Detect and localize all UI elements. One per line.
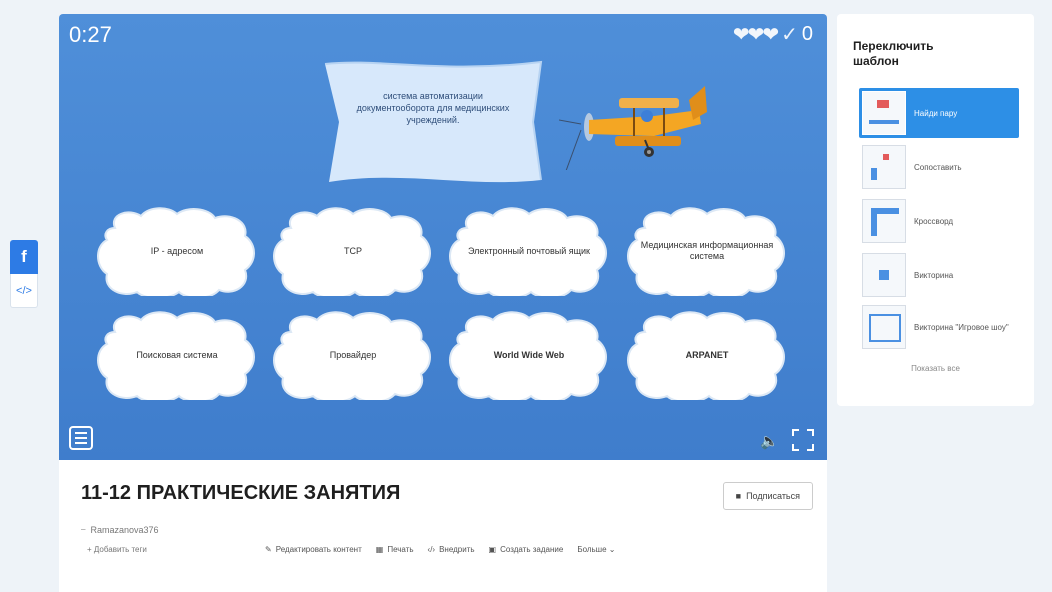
print-button[interactable]: ▦ Печать [376,545,414,554]
activity-title: 11-12 ПРАКТИЧЕСКИЕ ЗАНЯТИЯ [81,482,401,504]
template-option[interactable]: Сопоставить [859,142,1019,192]
answer-label: ARPANET [685,349,729,360]
switcher-title: Переключить шаблон [853,39,934,68]
answer-label: World Wide Web [493,349,565,360]
activity-toolbar: ✎ Редактировать контент ▦ Печать ‹/› Вне… [265,545,615,554]
template-thumbnail-icon [862,91,906,135]
template-thumbnail-icon [862,305,906,349]
lives-hearts-icon: ❤❤❤ [732,24,779,46]
template-switcher: Переключить шаблон Найди пару Сопоставить… [837,14,1034,406]
answer-card[interactable]: Поисковая система [95,310,259,400]
edit-content-button[interactable]: ✎ Редактировать контент [265,545,362,554]
game-menu-button[interactable] [69,426,93,450]
answer-card[interactable]: World Wide Web [447,310,611,400]
template-label: Викторина [914,270,954,280]
print-icon: ▦ [375,545,384,554]
create-assignment-button[interactable]: ▣ Создать задание [489,545,564,554]
answer-card[interactable]: IP - адресом [95,206,259,296]
pencil-icon: ✎ [265,545,272,554]
checkmark-icon: ✓ [781,24,798,46]
question-text: система автоматизации документооборота д… [356,91,510,125]
author[interactable]: ⎯ Ramazanova376 [81,524,159,535]
fullscreen-icon[interactable] [791,428,815,452]
template-thumbnail-icon [862,145,906,189]
embed-button[interactable]: ‹/› Внедрить [428,545,475,554]
answer-card[interactable]: Медицинская информационная система [625,206,789,296]
score-hud: ❤❤❤ ✓ 0 [733,22,813,47]
airplane-icon [559,86,707,170]
more-dropdown[interactable]: Больше ⌄ [577,545,615,554]
score-value: 0 [801,23,813,45]
embed-icon: ‹/› [427,545,436,554]
template-thumbnail-icon [862,199,906,243]
subscribe-button[interactable]: ■ Подписаться [722,482,813,510]
answer-label: Поисковая система [136,349,218,360]
answer-card[interactable]: Провайдер [271,310,435,400]
answer-label: Провайдер [329,349,377,360]
template-label: Найди пару [914,108,958,118]
answer-label: IP - адресом [150,245,204,256]
template-option[interactable]: Викторина "Игровое шоу" [859,302,1019,352]
game-panel: 0:27 ❤❤❤ ✓ 0 система автоматизации докум… [59,14,827,460]
subscribe-icon: ■ [735,491,742,501]
author-icon: ⎯ [81,524,86,534]
add-tags-link[interactable]: + Добавить теги [87,544,167,556]
embed-share-button[interactable]: </> [10,274,38,308]
show-all-link[interactable]: Показать все [837,364,1034,373]
answer-card[interactable]: Электронный почтовый ящик [447,206,611,296]
template-option[interactable]: Найди пару [859,88,1019,138]
template-thumbnail-icon [862,253,906,297]
template-option[interactable]: Викторина [859,250,1019,300]
sound-toggle-icon[interactable]: 🔈 [760,432,779,450]
answer-card[interactable]: ARPANET [625,310,789,400]
answer-card[interactable]: TCP [271,206,435,296]
answer-label: Медицинская информационная система [640,240,774,261]
answer-label: TCP [344,245,362,256]
facebook-share-button[interactable]: f [10,240,38,274]
template-label: Кроссворд [914,216,954,226]
template-label: Викторина "Игровое шоу" [914,322,1009,332]
assignment-icon: ▣ [488,545,497,554]
answer-label: Электронный почтовый ящик [468,245,590,256]
question-banner: система автоматизации документооборота д… [321,58,543,184]
activity-info-panel: 11-12 ПРАКТИЧЕСКИЕ ЗАНЯТИЯ ■ Подписаться… [59,460,827,592]
template-label: Сопоставить [914,162,962,172]
timer: 0:27 [69,22,112,47]
social-share-rail: f </> [10,240,38,308]
author-name: Ramazanova376 [90,524,159,535]
template-option[interactable]: Кроссворд [859,196,1019,246]
